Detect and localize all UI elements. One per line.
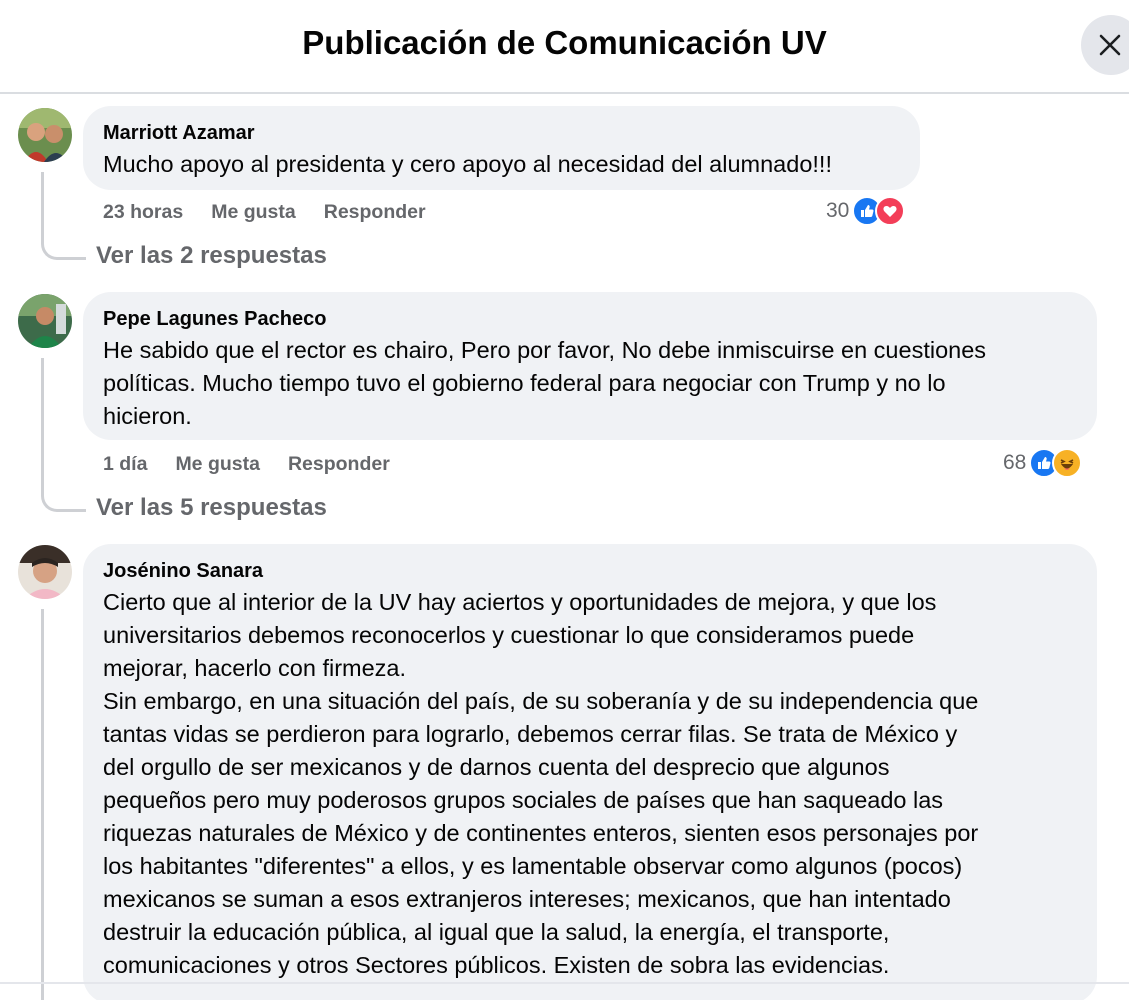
comment-actions: 1 día Me gusta Responder [103,453,390,476]
dialog-header: Publicación de Comunicación UV [0,0,1129,94]
comment-author[interactable]: Pepe Lagunes Pacheco [103,307,1077,331]
reply-button[interactable]: Responder [324,201,426,224]
comment-text: Cierto que al interior de la UV hay acie… [103,589,979,978]
thread-connector [41,490,86,512]
reply-button[interactable]: Responder [288,453,390,476]
composer-divider [0,982,1129,984]
dialog-title: Publicación de Comunicación UV [302,24,827,61]
close-icon [1099,34,1121,56]
comment-actions: 23 horas Me gusta Responder [103,201,426,224]
avatar[interactable] [18,545,72,599]
thread-line [41,358,44,490]
thread-line [41,609,44,1000]
thread-connector [41,238,86,260]
comment-timestamp[interactable]: 23 horas [103,201,183,224]
comment-bubble: Marriott Azamar Mucho apoyo al president… [83,106,920,190]
comment-author[interactable]: Marriott Azamar [103,121,900,145]
thread-line [41,172,44,238]
like-button[interactable]: Me gusta [211,201,296,224]
reaction-summary[interactable]: 30 [826,196,906,226]
view-replies-link[interactable]: Ver las 2 respuestas [96,242,327,270]
haha-icon [1052,448,1083,478]
comment-bubble: Pepe Lagunes Pacheco He sabido que el re… [83,292,1097,440]
avatar[interactable] [18,294,72,348]
reaction-count: 30 [826,199,850,222]
like-button[interactable]: Me gusta [175,453,260,476]
reaction-count: 68 [1003,451,1027,474]
comment-text: Mucho apoyo al presidenta y cero apoyo a… [103,151,832,177]
comment-text: He sabido que el rector es chairo, Pero … [103,337,987,429]
avatar[interactable] [18,108,72,162]
comment-timestamp[interactable]: 1 día [103,453,147,476]
reaction-summary[interactable]: 68 [1003,448,1083,478]
comment-author[interactable]: Josénino Sanara [103,559,1077,583]
love-icon [875,196,906,226]
close-button[interactable] [1081,15,1129,75]
comment-bubble: Josénino Sanara Cierto que al interior d… [83,544,1097,1000]
view-replies-link[interactable]: Ver las 5 respuestas [96,494,327,522]
